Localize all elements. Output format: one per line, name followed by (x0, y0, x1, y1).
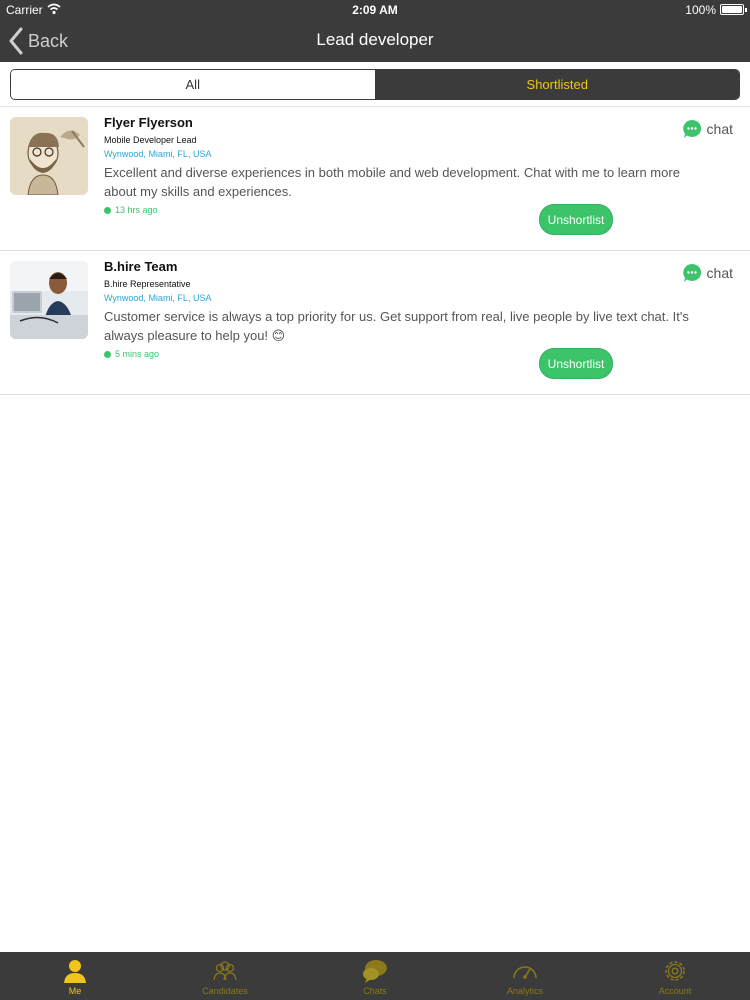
list-item[interactable]: B.hire Team B.hire Representative Wynwoo… (0, 251, 750, 395)
candidate-role: B.hire Representative (104, 279, 191, 289)
photo-avatar-image (10, 261, 88, 339)
tab-me[interactable]: Me (0, 952, 150, 1000)
tab-account[interactable]: Account (600, 952, 750, 1000)
candidate-bio: Excellent and diverse experiences in bot… (104, 165, 680, 199)
chat-bubble-icon (682, 263, 701, 282)
chat-bubbles-icon (363, 960, 387, 983)
last-active: 13 hrs ago (104, 205, 158, 215)
status-bar: Carrier 2:09 AM 100% (0, 0, 750, 20)
tab-label: Analytics (506, 986, 543, 996)
list-item[interactable]: Flyer Flyerson Mobile Developer Lead Wyn… (0, 107, 750, 251)
person-icon (64, 960, 86, 983)
candidate-role: Mobile Developer Lead (104, 135, 197, 145)
last-active-text: 5 mins ago (115, 349, 160, 359)
segment-all[interactable]: All (11, 70, 376, 99)
chat-label: chat (706, 121, 733, 137)
tab-chats[interactable]: Chats (300, 952, 450, 1000)
tab-label: Chats (363, 986, 387, 996)
gear-icon (665, 961, 685, 981)
avatar (10, 117, 88, 195)
caricature-avatar-image (10, 117, 88, 195)
tab-analytics[interactable]: Analytics (450, 952, 600, 1000)
tab-label: Account (658, 986, 692, 996)
app-header: Carrier 2:09 AM 100% Back Lead developer (0, 0, 750, 62)
gauge-icon (513, 966, 537, 979)
filter-segmented-control: All Shortlisted (10, 69, 740, 100)
online-dot-icon (104, 350, 111, 358)
tab-label: Me (68, 986, 82, 996)
chat-button[interactable]: chat (682, 263, 733, 283)
navigation-bar: Back Lead developer (0, 20, 750, 62)
clock-label: 2:09 AM (352, 3, 398, 17)
chat-button[interactable]: chat (682, 119, 733, 139)
group-icon (213, 961, 237, 981)
candidate-location: Wynwood, Miami, FL, USA (104, 149, 212, 159)
candidate-name[interactable]: Flyer Flyerson (104, 115, 193, 130)
page-title: Lead developer (316, 30, 434, 49)
unshortlist-button[interactable]: Unshortlist (539, 204, 613, 235)
chat-label: chat (706, 265, 733, 281)
battery-icon (720, 4, 747, 15)
last-active: 5 mins ago (104, 349, 159, 359)
candidate-name[interactable]: B.hire Team (104, 259, 177, 274)
online-dot-icon (104, 206, 111, 214)
unshortlist-button[interactable]: Unshortlist (539, 348, 613, 379)
battery-percent: 100% (685, 3, 716, 17)
segment-shortlisted[interactable]: Shortlisted (375, 70, 739, 99)
tab-label: Candidates (202, 986, 248, 996)
tab-bar: Me Candidates Chats Analytics Account (0, 952, 750, 1000)
candidate-bio: Customer service is always a top priorit… (104, 309, 689, 343)
last-active-text: 13 hrs ago (115, 205, 158, 215)
avatar (10, 261, 88, 339)
chat-bubble-icon (682, 119, 701, 138)
candidate-location: Wynwood, Miami, FL, USA (104, 293, 212, 303)
tab-candidates[interactable]: Candidates (150, 952, 300, 1000)
